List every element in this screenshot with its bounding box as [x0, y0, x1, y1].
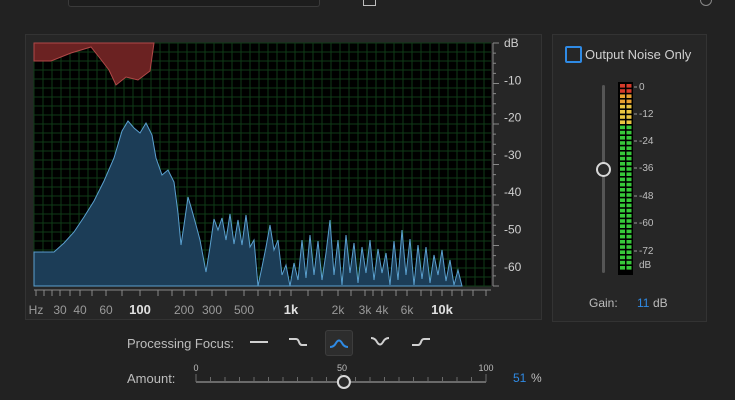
- output-noise-only-label: Output Noise Only: [585, 47, 692, 62]
- level-meter: 0 -12 -24 -36 -48 -60 -72 dB: [618, 82, 654, 275]
- amount-min-label: 0: [193, 363, 198, 373]
- meter-scale-label: dB: [639, 260, 652, 271]
- top-bar: [0, 0, 735, 8]
- x-tick-label: 6k: [401, 303, 415, 317]
- amount-max-label: 100: [478, 363, 493, 373]
- amount-unit: %: [531, 371, 542, 385]
- amount-label: Amount:: [127, 371, 176, 386]
- meter-scale-label: 0: [639, 82, 645, 93]
- y-tick-label: -60: [504, 260, 522, 274]
- meter-scale-label: -60: [639, 218, 654, 229]
- x-tick-label: 40: [73, 303, 87, 317]
- amount-thumb[interactable]: [336, 375, 351, 389]
- notch-focus-icon: [370, 337, 390, 346]
- x-tick-label: 3k: [359, 303, 373, 317]
- focus-low-button[interactable]: [285, 330, 311, 354]
- x-tick-label: 2k: [332, 303, 346, 317]
- focus-notch-button[interactable]: [367, 330, 393, 354]
- x-tick-label: 200: [174, 303, 194, 317]
- x-tick-label: 100: [129, 302, 151, 317]
- help-icon[interactable]: [700, 0, 712, 6]
- save-icon[interactable]: [363, 0, 376, 6]
- preset-field[interactable]: [68, 0, 320, 7]
- x-tick-label: 4k: [376, 303, 390, 317]
- meter-scale-label: -12: [639, 109, 654, 120]
- y-tick-label: -30: [504, 148, 522, 162]
- meter-scale-label: -36: [639, 163, 654, 174]
- x-tick-label: 10k: [431, 302, 453, 317]
- flat-focus-icon: [250, 341, 268, 343]
- focus-flat-button[interactable]: [246, 330, 272, 354]
- high-focus-icon: [412, 338, 430, 346]
- amount-slider[interactable]: 0 50 100: [190, 362, 500, 392]
- mid-focus-icon: [329, 339, 349, 348]
- x-tick-label: 500: [234, 303, 254, 317]
- amount-value[interactable]: 51: [513, 371, 526, 385]
- y-tick-label: -20: [504, 111, 522, 125]
- gain-value[interactable]: 11: [637, 296, 649, 310]
- spectrum-graph: dB -10 -20 -30 -40 -50 -60 Hz 30 40 60 100 200 300 500…: [25, 34, 542, 320]
- spectrum-svg: dB -10 -20 -30 -40 -50 -60 Hz 30 40 60 100 200 300 500…: [29, 36, 522, 317]
- x-tick-label: Hz: [29, 303, 44, 317]
- y-tick-label: -40: [504, 185, 522, 199]
- y-tick-label: -50: [504, 223, 522, 237]
- focus-mid-button[interactable]: [325, 330, 353, 356]
- x-tick-label: 60: [99, 303, 113, 317]
- meter-scale-label: -72: [639, 246, 654, 257]
- meter-scale-label: -48: [639, 191, 654, 202]
- focus-high-button[interactable]: [408, 330, 434, 354]
- x-tick-label: 300: [202, 303, 222, 317]
- y-tick-label: dB: [504, 36, 519, 50]
- output-noise-only-checkbox[interactable]: [565, 46, 582, 63]
- amount-mid-label: 50: [337, 363, 347, 373]
- low-focus-icon: [289, 338, 307, 346]
- y-tick-label: -10: [504, 73, 522, 87]
- meter-scale-label: -24: [639, 136, 654, 147]
- x-tick-label: 1k: [284, 302, 299, 317]
- processing-focus-label: Processing Focus:: [127, 336, 234, 351]
- x-tick-label: 30: [53, 303, 67, 317]
- gain-meter-panel: Output Noise Only 0 -12 -24 -36 -48 -60 -72 dB …: [552, 34, 707, 322]
- gain-slider-thumb[interactable]: [596, 162, 611, 177]
- gain-unit: dB: [653, 296, 668, 310]
- gain-slider-track[interactable]: [602, 85, 605, 273]
- gain-label: Gain:: [589, 296, 618, 310]
